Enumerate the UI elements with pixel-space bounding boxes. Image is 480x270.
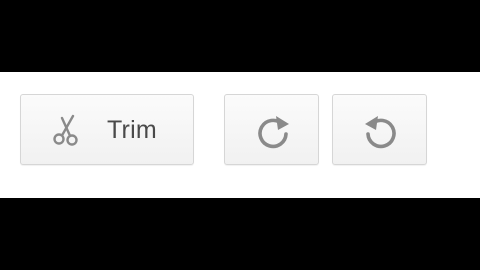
trim-label: Trim (107, 116, 157, 144)
trim-button[interactable]: Trim (20, 94, 194, 165)
rotate-counterclockwise-button[interactable] (332, 94, 427, 165)
editor-toolbar: Trim (0, 72, 480, 198)
video-frame: Trim (0, 0, 480, 270)
rotate-counterclockwise-icon (365, 116, 396, 149)
rotate-clockwise-button[interactable] (224, 94, 319, 165)
rotate-clockwise-icon (258, 116, 289, 149)
scissors-icon (53, 114, 78, 146)
